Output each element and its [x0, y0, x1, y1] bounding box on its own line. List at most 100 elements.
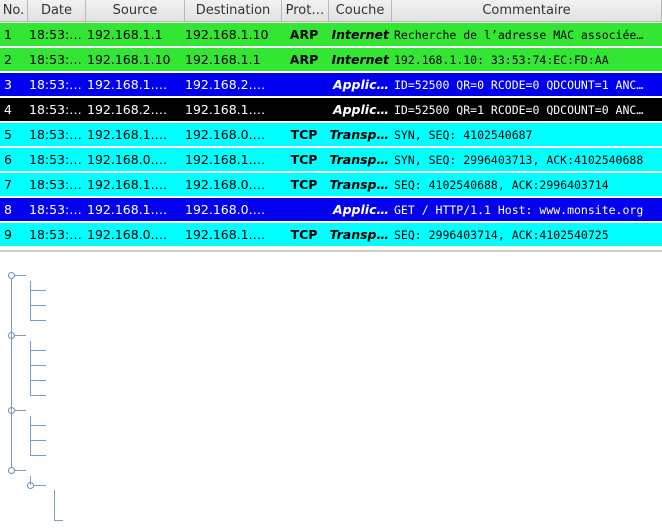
packet-comment: Recherche de l’adresse MAC associée…	[394, 28, 644, 42]
tree-connector	[11, 279, 12, 467]
packet-number: 1	[4, 27, 12, 42]
packet-comment: ID=52500 QR=1 RCODE=0 QDCOUNT=0 ANC…	[394, 103, 644, 117]
packet-row[interactable]: 9 18:53:… 192.168.0.… 192.168.1.… TCP Transp……	[0, 223, 662, 247]
tree-connector	[15, 335, 26, 336]
packet-date: 18:53:…	[29, 102, 82, 117]
packet-protocol: ARP	[289, 52, 319, 67]
packet-destination: 192.168.0.…	[185, 177, 266, 192]
tree-connector	[30, 341, 31, 395]
tree-connector	[30, 476, 31, 485]
packet-number: 6	[4, 152, 12, 167]
column-header-comment[interactable]: Commentaire	[392, 0, 662, 22]
packet-row[interactable]: 1 18:53:… 192.168.1.1 192.168.1.10 ARP Intern…	[0, 23, 662, 47]
packet-row[interactable]: 7 18:53:… 192.168.1.… 192.168.0.… TCP Transp……	[0, 173, 662, 197]
packet-comment: ID=52500 QR=0 RCODE=0 QDCOUNT=1 ANC…	[394, 78, 644, 92]
tree-connector	[30, 395, 46, 396]
packet-number: 7	[4, 177, 12, 192]
tree-connector	[54, 520, 63, 521]
packet-layer: Applic…	[332, 77, 389, 92]
packet-row[interactable]: 3 18:53:… 192.168.1.… 192.168.2.… Applic… ID=…	[0, 73, 662, 97]
packet-protocol	[281, 198, 327, 222]
tree-connector	[30, 320, 46, 321]
tree-connector	[30, 290, 46, 291]
packet-destination: 192.168.0.…	[185, 127, 266, 142]
packet-source: 192.168.1.10	[87, 52, 171, 67]
packet-number: 5	[4, 127, 12, 142]
tree-connector	[15, 410, 26, 411]
packet-source: 192.168.0.…	[87, 227, 168, 242]
packet-layer: Internet	[331, 52, 389, 67]
packet-source: 192.168.2.…	[87, 102, 168, 117]
packet-comment: SEQ: 4102540688, ACK:2996403714	[394, 178, 609, 192]
packet-protocol: TCP	[290, 152, 318, 167]
packet-row[interactable]: 6 18:53:… 192.168.0.… 192.168.1.… TCP Transp……	[0, 148, 662, 172]
packet-protocol	[281, 73, 327, 97]
packet-detail-tree	[0, 252, 662, 528]
packet-layer: Internet	[331, 27, 389, 42]
column-header-row: No. Date Source Destination Prot… Couche…	[0, 0, 662, 23]
packet-layer: Transp…	[329, 152, 389, 167]
packet-date: 18:53:…	[29, 177, 82, 192]
packet-date: 18:53:…	[29, 77, 82, 92]
packet-comment: 192.168.1.10: 33:53:74:EC:FD:AA	[394, 53, 609, 67]
packet-source: 192.168.0.…	[87, 152, 168, 167]
packet-comment: SEQ: 2996403714, ACK:4102540725	[394, 228, 609, 242]
packet-comment: GET / HTTP/1.1 Host: www.monsite.org	[394, 203, 644, 217]
column-header-no[interactable]: No.	[0, 0, 28, 22]
tree-connector	[30, 425, 46, 426]
tree-connector	[30, 305, 46, 306]
packet-number: 2	[4, 52, 12, 67]
packet-comment: SYN, SEQ: 2996403713, ACK:4102540688	[394, 153, 644, 167]
packet-number: 9	[4, 227, 12, 242]
tree-connector	[30, 365, 46, 366]
packet-protocol: TCP	[290, 127, 318, 142]
packet-source: 192.168.1.…	[87, 127, 168, 142]
packet-layer: Applic…	[332, 202, 389, 217]
tree-connector	[15, 275, 26, 276]
packet-destination: 192.168.1.1	[185, 52, 261, 67]
packet-row[interactable]: 4 18:53:… 192.168.2.… 192.168.1.… Applic… ID=…	[0, 98, 662, 122]
tree-expand-toggle-icon[interactable]	[8, 467, 15, 474]
tree-connector	[30, 380, 46, 381]
packet-row[interactable]: 8 18:53:… 192.168.1.… 192.168.0.… Applic… GET…	[0, 198, 662, 222]
tree-connector	[30, 455, 46, 456]
packet-date: 18:53:…	[29, 127, 82, 142]
packet-layer: Transp…	[329, 127, 389, 142]
packet-date: 18:53:…	[29, 52, 82, 67]
tree-expand-toggle-icon[interactable]	[8, 272, 15, 279]
packet-destination: 192.168.1.10	[185, 27, 269, 42]
packet-comment: SYN, SEQ: 4102540687	[394, 128, 533, 142]
tree-connector	[15, 470, 26, 471]
column-header-protocol[interactable]: Prot…	[282, 0, 329, 22]
tree-connector	[30, 281, 31, 320]
packet-layer: Applic…	[332, 102, 389, 117]
packet-date: 18:53:…	[29, 202, 82, 217]
packet-protocol: TCP	[290, 177, 318, 192]
column-header-destination[interactable]: Destination	[185, 0, 282, 22]
packet-source: 192.168.1.…	[87, 77, 168, 92]
packet-protocol	[281, 98, 327, 122]
packet-date: 18:53:…	[29, 152, 82, 167]
packet-source: 192.168.1.…	[87, 177, 168, 192]
packet-date: 18:53:…	[29, 227, 82, 242]
packet-number: 4	[4, 102, 12, 117]
packet-destination: 192.168.2.…	[185, 77, 266, 92]
packet-date: 18:53:…	[29, 27, 82, 42]
packet-row[interactable]: 5 18:53:… 192.168.1.… 192.168.0.… TCP Transp……	[0, 123, 662, 147]
tree-connector	[30, 416, 31, 455]
packet-number: 8	[4, 202, 12, 217]
packet-source: 192.168.1.…	[87, 202, 168, 217]
packet-number: 3	[4, 77, 12, 92]
tree-connector	[30, 440, 46, 441]
column-header-date[interactable]: Date	[28, 0, 86, 22]
packet-layer: Transp…	[329, 177, 389, 192]
packet-list-table: No. Date Source Destination Prot… Couche…	[0, 0, 662, 250]
packet-destination: 192.168.0.…	[185, 202, 266, 217]
column-header-source[interactable]: Source	[86, 0, 185, 22]
packet-protocol: ARP	[289, 27, 319, 42]
packet-protocol: TCP	[290, 227, 318, 242]
packet-destination: 192.168.1.…	[185, 152, 266, 167]
column-header-layer[interactable]: Couche	[329, 0, 392, 22]
tree-connector	[54, 490, 55, 520]
packet-row[interactable]: 2 18:53:… 192.168.1.10 192.168.1.1 ARP Intern…	[0, 48, 662, 72]
